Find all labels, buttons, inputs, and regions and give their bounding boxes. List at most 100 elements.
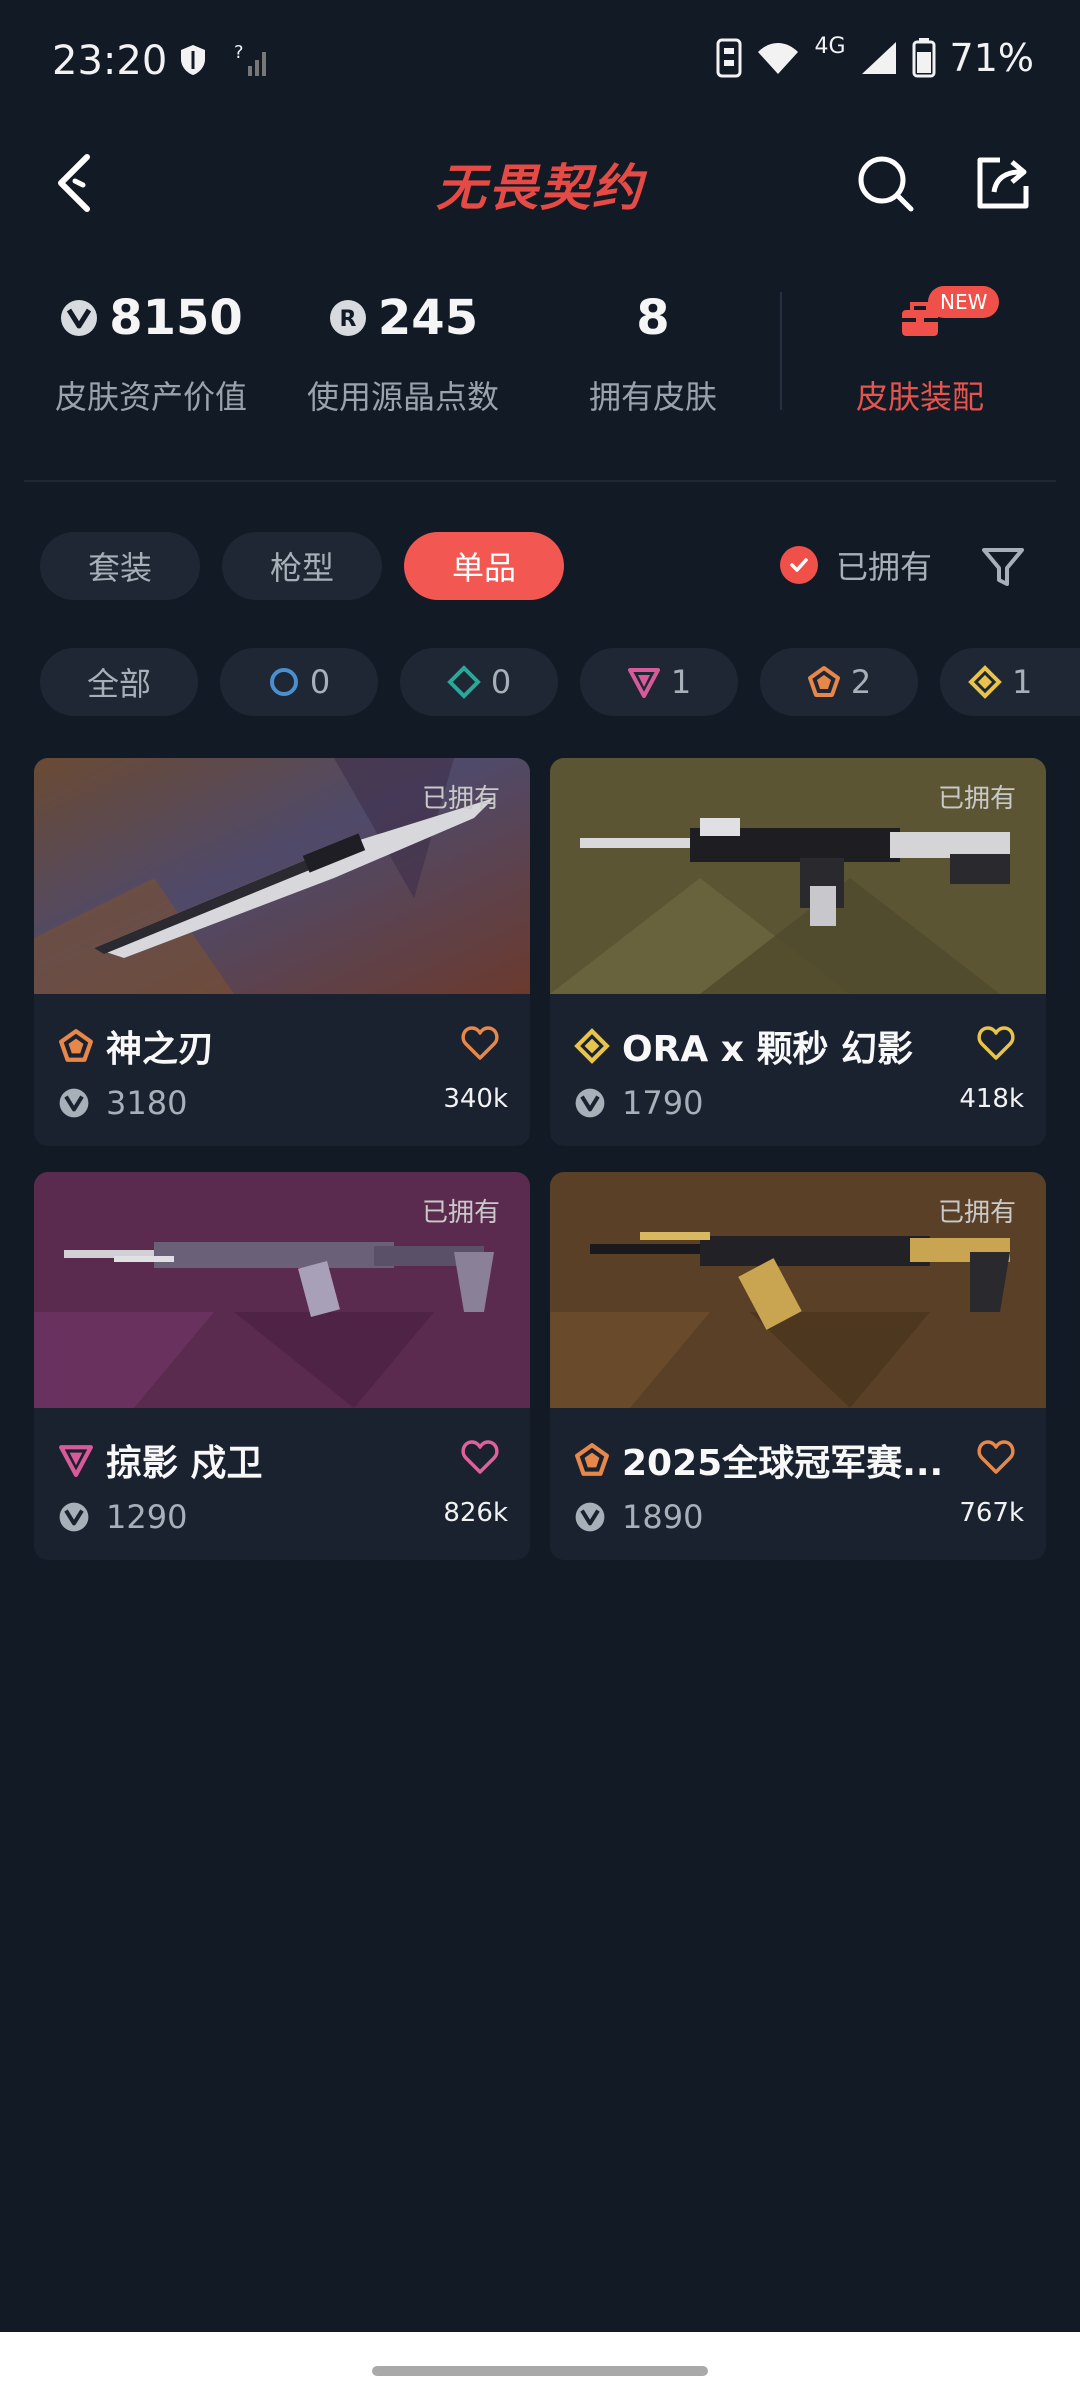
like-count: 418k <box>959 1084 1024 1114</box>
checked-icon <box>780 546 818 584</box>
home-indicator[interactable] <box>372 2366 708 2376</box>
tier-ultra-count: 1 <box>1012 663 1033 701</box>
asset-value-stat: 8150 皮肤资产价值 <box>36 290 266 418</box>
share-icon <box>977 157 1029 209</box>
owned-filter-label: 已拥有 <box>836 548 933 586</box>
tier-deluxe-count: 0 <box>490 663 512 701</box>
filter-icon <box>982 548 1024 586</box>
owned-filter-toggle[interactable]: 已拥有 <box>780 542 932 588</box>
like-count: 767k <box>959 1498 1024 1528</box>
heart-icon[interactable] <box>976 1024 1016 1064</box>
like-count: 340k <box>443 1084 508 1114</box>
price-row: 1790 <box>574 1084 703 1122</box>
card-title-row: 神之刃 <box>58 1020 214 1072</box>
skin-card[interactable]: 已拥有 神之刃 3180 340k <box>34 758 530 1146</box>
card-price: 1290 <box>106 1498 188 1536</box>
tier-deluxe[interactable]: 0 <box>400 648 558 716</box>
tier-exclusive-count: 2 <box>850 663 872 701</box>
radianite-stat: R 245 使用源晶点数 <box>288 290 518 418</box>
owned-skins-label: 拥有皮肤 <box>588 378 717 416</box>
radianite-label: 使用源晶点数 <box>306 378 499 416</box>
owned-skins-stat: 8 拥有皮肤 <box>538 290 768 418</box>
search-icon <box>858 156 914 212</box>
navigation-bar <box>0 2332 1080 2400</box>
battery-percent: 71% <box>949 36 1034 80</box>
svg-text:?: ? <box>234 42 244 63</box>
tier-premium-count: 1 <box>670 663 692 701</box>
premium-tier-icon <box>59 1445 93 1477</box>
signal-icon <box>861 42 896 74</box>
price-row: 3180 <box>58 1084 187 1122</box>
price-row: 1890 <box>574 1498 703 1536</box>
battery-icon <box>912 38 936 78</box>
premium-tier-icon <box>627 668 660 698</box>
share-button[interactable] <box>968 148 1038 218</box>
tier-select[interactable]: 0 <box>220 648 378 716</box>
tier-ultra[interactable]: 1 <box>940 648 1080 716</box>
status-bar: 23:20 ? 4G 71% <box>0 0 1080 120</box>
heart-icon[interactable] <box>460 1024 500 1064</box>
valorant-points-icon <box>61 300 98 336</box>
wifi-icon <box>758 43 799 74</box>
radianite-icon: R <box>329 300 366 336</box>
stats-divider <box>780 292 782 410</box>
heart-icon[interactable] <box>976 1438 1016 1478</box>
card-title-row: 2025全球冠军赛... <box>574 1434 943 1486</box>
tab-single-item[interactable]: 单品 <box>404 532 565 600</box>
search-button[interactable] <box>850 148 920 218</box>
tab-bundle[interactable]: 套装 <box>40 532 201 600</box>
owned-tag: 已拥有 <box>421 1198 500 1228</box>
radianite-value: 245 <box>377 290 479 346</box>
owned-tag: 已拥有 <box>937 784 1016 814</box>
owned-tag: 已拥有 <box>937 1198 1016 1228</box>
price-row: 1290 <box>58 1498 187 1536</box>
status-right: 4G 71% <box>716 34 1034 80</box>
vibrate-icon <box>716 38 742 78</box>
card-price: 1790 <box>622 1084 704 1122</box>
owned-tag: 已拥有 <box>421 784 500 814</box>
card-title-row: ORA x 颗秒 幻影 <box>574 1020 913 1072</box>
new-badge: NEW <box>928 286 1000 318</box>
card-title: 神之刃 <box>106 1029 215 1070</box>
card-title: ORA x 颗秒 幻影 <box>622 1029 914 1070</box>
card-price: 3180 <box>106 1084 188 1122</box>
asset-value-label: 皮肤资产价值 <box>54 378 247 416</box>
ultra-tier-icon <box>968 665 1002 699</box>
status-left-icons: ? <box>178 40 272 80</box>
skin-card[interactable]: 已拥有 2025全球冠军赛... 1890 767k <box>550 1172 1046 1560</box>
heart-icon[interactable] <box>460 1438 500 1478</box>
loadout-label: 皮肤装配 <box>855 378 984 416</box>
skin-card[interactable]: 已拥有 ORA x 颗秒 幻影 1790 418k <box>550 758 1046 1146</box>
tier-select-count: 0 <box>309 663 331 701</box>
stats-panel: 8150 皮肤资产价值 R 245 使用源晶点数 8 拥有皮肤 NEW 皮肤装配 <box>0 270 1080 430</box>
section-divider <box>24 480 1056 482</box>
valorant-points-icon <box>59 1088 89 1118</box>
valorant-points-icon <box>575 1502 605 1532</box>
category-tabs: 套装 枪型 单品 <box>40 532 565 600</box>
svg-text:R: R <box>339 307 356 332</box>
app-header: 无畏契约 <box>0 130 1080 240</box>
card-title-row: 掠影 戍卫 <box>58 1434 263 1486</box>
filter-button[interactable] <box>978 542 1028 592</box>
tier-premium[interactable]: 1 <box>580 648 738 716</box>
exclusive-tier-icon <box>574 1028 610 1064</box>
loadout-button[interactable]: NEW 皮肤装配 <box>800 286 1040 418</box>
select-tier-icon <box>269 668 298 696</box>
valorant-points-icon <box>59 1502 89 1532</box>
select-tier-icon <box>59 1029 93 1062</box>
exclusive-tier-icon <box>807 666 840 697</box>
like-count: 826k <box>443 1498 508 1528</box>
deluxe-tier-icon <box>446 665 481 699</box>
valorant-points-icon <box>575 1088 605 1118</box>
status-time: 23:20 <box>52 38 168 84</box>
card-title: 2025全球冠军赛... <box>622 1443 944 1484</box>
tab-weapon-type[interactable]: 枪型 <box>222 532 383 600</box>
tier-filters: 全部 0 0 1 2 1 <box>40 648 1080 716</box>
card-price: 1890 <box>622 1498 704 1536</box>
owned-skins-value: 8 <box>636 290 670 346</box>
select-tier-icon <box>575 1443 609 1476</box>
tier-exclusive[interactable]: 2 <box>760 648 918 716</box>
skin-card[interactable]: 已拥有 掠影 戍卫 1290 826k <box>34 1172 530 1560</box>
asset-value: 8150 <box>109 290 243 346</box>
tier-all[interactable]: 全部 <box>40 648 198 716</box>
